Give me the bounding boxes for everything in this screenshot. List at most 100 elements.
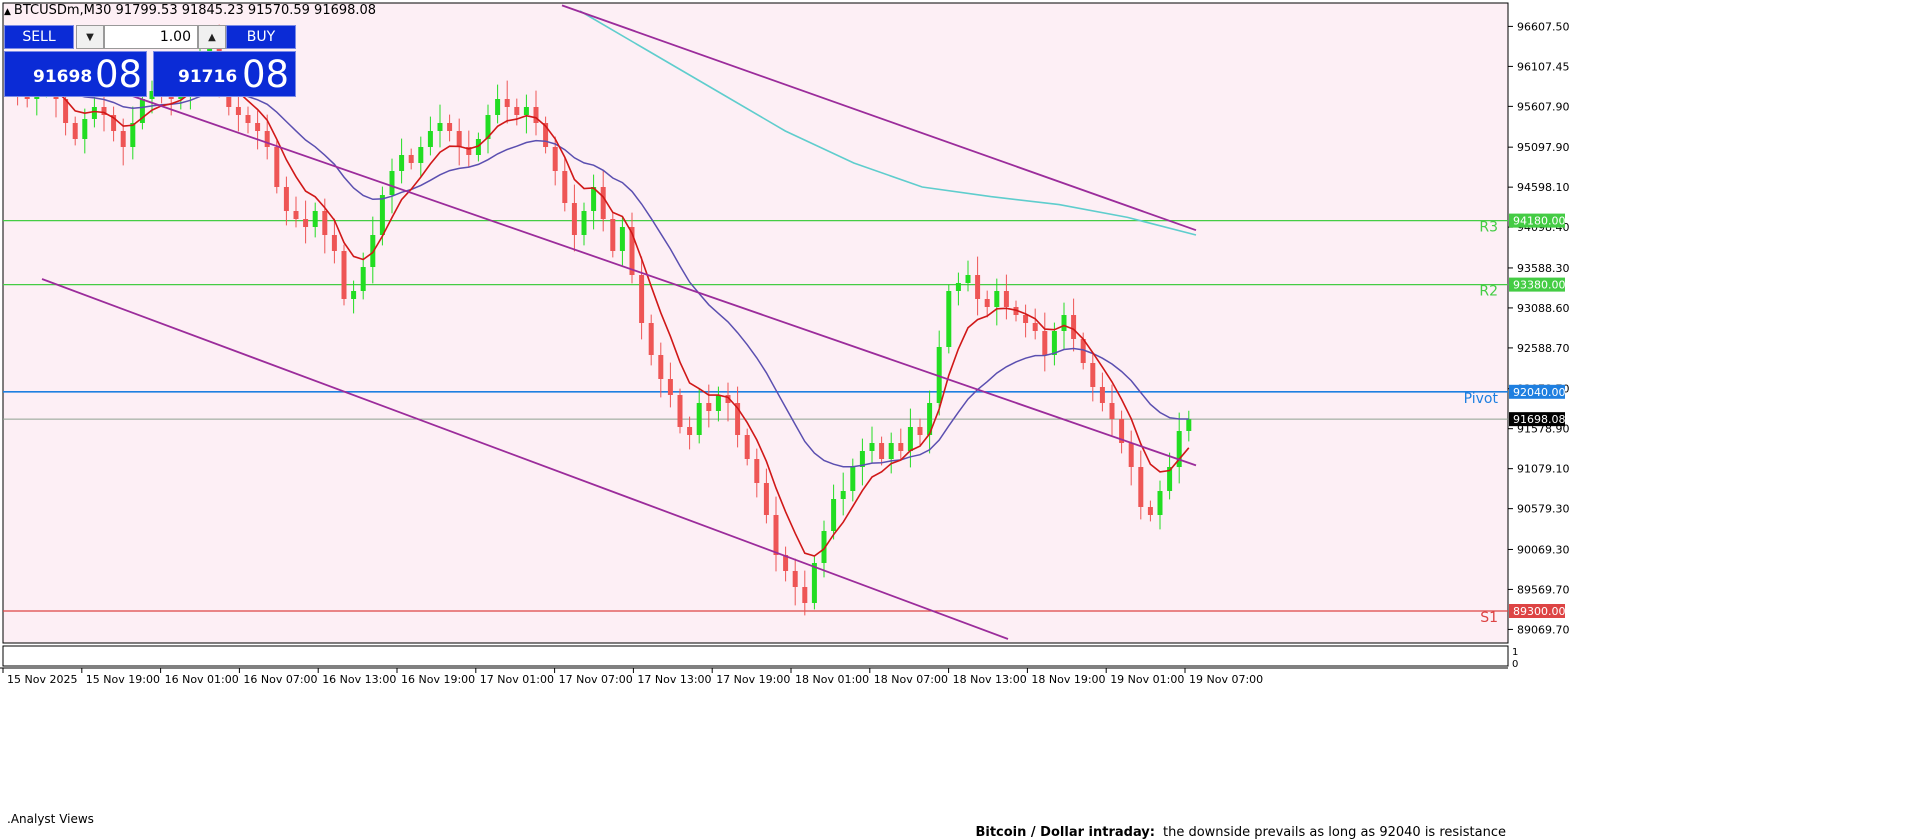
buy-price-small: 91716 [178,67,238,87]
candle-body [888,443,894,459]
candle-body [1099,387,1105,403]
x-tick-label: 16 Nov 01:00 [165,673,239,686]
candle-body [658,355,664,379]
buy-price-big: 08 [242,53,290,96]
candle-body [571,203,577,235]
chart-window: 96607.50 96107.45 95607.90 95097.90 94598.10… [0,0,1916,840]
candle-body [1071,315,1077,339]
subwindow-scale-min: 0 [1512,659,1518,670]
candle-body [82,119,88,139]
candle-body [91,107,97,119]
candle-body [1032,323,1038,331]
candle-body [264,131,270,147]
y-tick-label: 95097.90 [1517,141,1570,154]
volume-down-icon[interactable]: ▼ [76,25,104,49]
x-tick-label: 18 Nov 19:00 [1031,673,1105,686]
candle-body [504,99,510,107]
candle-body [715,395,721,411]
x-tick-label: 16 Nov 19:00 [401,673,475,686]
candle-body [706,403,712,411]
x-tick-label: 16 Nov 07:00 [243,673,317,686]
candle-body [447,123,453,131]
buy-button[interactable]: BUY [226,25,296,49]
candle-body [1023,315,1029,323]
collapse-triangle-icon[interactable]: ▲ [4,7,11,17]
candle-body [600,187,606,219]
candle-body [245,115,251,123]
x-tick-label: 17 Nov 01:00 [480,673,554,686]
candle-body [427,131,433,147]
candle-body [850,467,856,491]
x-tick-label: 19 Nov 01:00 [1110,673,1184,686]
candle-body [792,571,798,587]
candle-body [408,155,414,163]
candle-body [1061,315,1067,331]
analyst-note: Bitcoin / Dollar intraday: the downside p… [975,825,1506,840]
buy-quote[interactable]: 91716 08 [153,51,296,97]
candle-body [831,499,837,531]
candle-body [293,211,299,219]
y-tick-label: 91079.10 [1517,463,1570,476]
volume-input[interactable] [104,25,198,49]
candle-body [1128,443,1134,467]
y-tick-label: 93588.30 [1517,262,1570,275]
symbol-info: BTCUSDm,M30 91799.53 91845.23 91570.59 9… [13,3,377,18]
candle-body [514,107,520,115]
analyst-note-text: the downside prevails as long as 92040 i… [1162,825,1506,840]
one-click-trading-panel: SELL ▼ ▲ BUY 91698 08 91716 08 [4,25,296,98]
candle-body [552,147,558,171]
candle [677,388,683,434]
candle-body [907,427,913,451]
y-tick-label: 90579.30 [1517,503,1570,516]
candle-body [744,435,750,459]
candle-body [840,491,846,499]
candle-body [1186,419,1192,431]
last-price-tag-text: 91698.08 [1513,413,1566,426]
x-tick-label: 18 Nov 13:00 [953,673,1027,686]
candle-body [648,323,654,355]
analyst-note-title: Bitcoin / Dollar intraday: [975,825,1155,840]
candle-body [984,299,990,307]
candle-body [283,187,289,211]
x-tick-label: 17 Nov 19:00 [716,673,790,686]
candle-body [955,283,961,291]
candle-body [1090,363,1096,387]
x-tick-label: 18 Nov 01:00 [795,673,869,686]
candle-body [389,171,395,195]
sell-quote[interactable]: 91698 08 [4,51,147,97]
candle-body [235,107,241,115]
candle-body [696,403,702,435]
sell-button[interactable]: SELL [4,25,74,49]
candle-body [495,99,501,115]
level-label-s1: S1 [1480,610,1498,626]
sell-price-big: 08 [95,53,143,96]
candle-body [1051,331,1057,355]
candle [811,556,817,610]
candle-body [879,443,885,459]
price-tag-text: 89300.00 [1513,605,1566,618]
price-tag-r3: 94180.00 [1509,213,1566,228]
candle-body [562,171,568,203]
candle-body [255,123,261,131]
candle-body [322,211,328,235]
level-label-r2: R2 [1479,284,1498,300]
price-chart[interactable]: 96607.50 96107.45 95607.90 95097.90 94598.10… [0,0,1916,840]
candle-body [975,275,981,299]
candle-body [533,107,539,123]
candle-body [946,291,952,347]
sell-price-small: 91698 [33,67,93,87]
level-label-r3: R3 [1479,220,1498,236]
candle-body [1147,507,1153,515]
y-tick-label: 92588.70 [1517,342,1570,355]
candle-body [303,219,309,227]
candle-body [581,211,587,235]
candle-body [1157,491,1163,515]
candle-body [437,123,443,131]
candle-body [610,219,616,251]
x-tick-label: 18 Nov 07:00 [874,673,948,686]
volume-up-icon[interactable]: ▲ [198,25,226,49]
candle-body [399,155,405,171]
candle-body [869,443,875,451]
candle [341,244,347,306]
y-tick-label: 93088.60 [1517,302,1570,315]
